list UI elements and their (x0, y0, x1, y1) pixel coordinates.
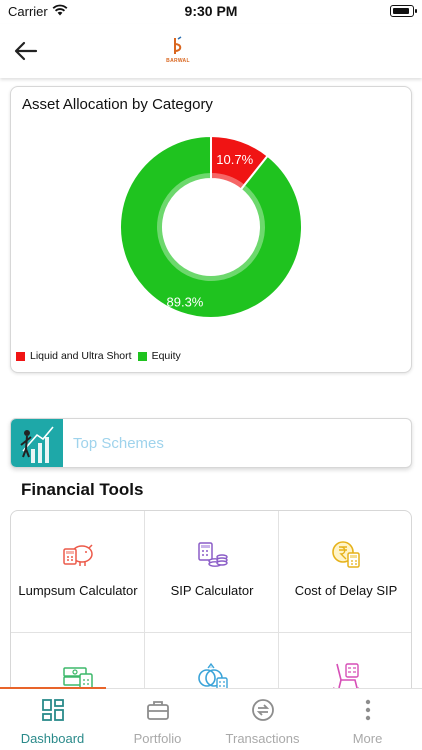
brand-logo: BARWAL (158, 36, 198, 68)
tab-label: Dashboard (20, 731, 85, 746)
tab-portfolio[interactable]: Portfolio (105, 689, 210, 750)
arrow-left-icon[interactable] (12, 38, 40, 64)
lumpsum-calculator-tile[interactable]: Lumpsum Calculator (11, 511, 145, 632)
rings-calculator-icon (198, 662, 228, 691)
rupee-coin-calculator-icon (332, 541, 360, 568)
sip-calculator-tile[interactable]: SIP Calculator (145, 511, 279, 632)
donut-inner-ring (157, 173, 265, 281)
top-schemes-label: Top Schemes (73, 435, 164, 452)
legend-label: Equity (151, 350, 181, 362)
top-schemes-button[interactable]: Top Schemes (10, 418, 412, 468)
donut-chart: 10.7% 89.3% (119, 134, 303, 319)
legend-label: Liquid and Ultra Short (30, 350, 132, 362)
battery-icon (390, 5, 417, 17)
tool-label: Cost of Delay SIP (294, 583, 398, 598)
tab-label: Portfolio (133, 731, 182, 746)
status-bar: Carrier 9:30 PM (0, 0, 422, 24)
more-vertical-icon (365, 699, 370, 721)
chart-growth-icon (11, 419, 63, 467)
dashboard-grid-icon (41, 699, 64, 721)
tool-label: SIP Calculator (170, 583, 254, 598)
tab-dashboard[interactable]: Dashboard (0, 689, 105, 750)
cost-of-delay-sip-tile[interactable]: Cost of Delay SIP (279, 511, 411, 632)
legend-item: Liquid and Ultra Short (16, 350, 132, 362)
donut-slice-equity (119, 134, 303, 319)
legend-item: Equity (137, 350, 181, 362)
tool-label: Lumpsum Calculator (18, 583, 138, 598)
tab-label: Transactions (225, 731, 300, 746)
briefcase-icon (146, 701, 169, 720)
status-time: 9:30 PM (184, 3, 238, 19)
chart-legend: Liquid and Ultra Short Equity (16, 350, 187, 362)
financial-tools-title: Financial Tools (21, 480, 144, 499)
donut-data-label: 10.7% (216, 152, 253, 167)
piggy-bank-calculator-icon (63, 544, 93, 566)
bottom-tab-bar: Dashboard Portfolio Transactions More (0, 687, 422, 750)
legend-swatch (137, 351, 147, 361)
tab-more[interactable]: More (315, 689, 420, 750)
asset-allocation-card: Asset Allocation by Category 10.7% 89.3% … (10, 86, 412, 373)
donut-data-label: 89.3% (167, 295, 204, 310)
legend-swatch (16, 351, 25, 361)
rocking-chair-icon (332, 663, 360, 692)
tab-transactions[interactable]: Transactions (210, 689, 315, 750)
exchange-icon (251, 699, 274, 721)
tab-label: More (352, 731, 383, 746)
logo-wordmark: BARWAL (166, 58, 190, 64)
top-nav-bar: BARWAL (0, 24, 422, 78)
coins-calculator-icon (198, 542, 228, 567)
